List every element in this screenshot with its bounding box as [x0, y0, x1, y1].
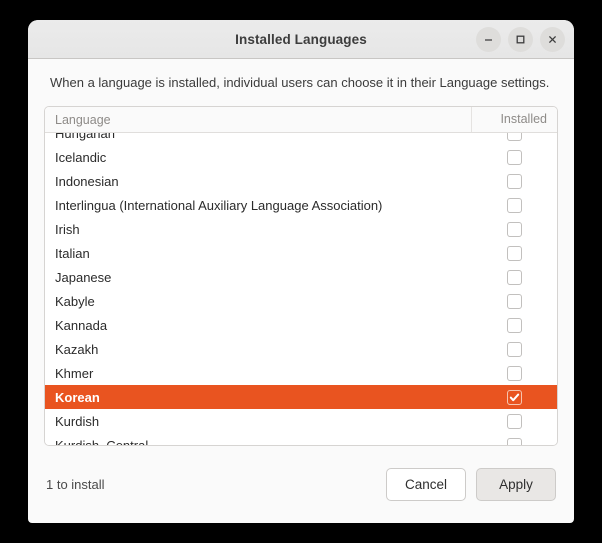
language-name: Interlingua (International Auxiliary Lan… [55, 197, 383, 213]
install-status-label: 1 to install [46, 477, 105, 492]
language-row[interactable]: Interlingua (International Auxiliary Lan… [45, 193, 557, 217]
language-list-header: Language Installed [45, 107, 557, 133]
installed-checkbox[interactable] [506, 413, 522, 429]
language-name: Indonesian [55, 173, 119, 189]
language-name: Kurdish [55, 413, 100, 429]
language-row[interactable]: Hungarian [45, 133, 557, 145]
column-header-installed: Installed [471, 107, 557, 132]
language-row[interactable]: Icelandic [45, 145, 557, 169]
language-row[interactable]: Italian [45, 241, 557, 265]
cancel-button[interactable]: Cancel [385, 468, 466, 501]
maximize-button[interactable] [508, 26, 533, 52]
minimize-button[interactable] [476, 26, 501, 52]
installed-checkbox[interactable] [506, 317, 522, 333]
installed-cell [471, 365, 557, 381]
language-name: Kurdish, Central [55, 437, 149, 446]
desktop-background: Installed Languages When a language is i… [0, 0, 602, 543]
language-row[interactable]: Kazakh [45, 337, 557, 361]
installed-checkbox[interactable] [506, 389, 522, 405]
installed-cell [471, 413, 557, 429]
window-title: Installed Languages [235, 31, 367, 47]
close-icon [547, 34, 558, 45]
installed-checkbox[interactable] [506, 197, 522, 213]
language-list-rows: Hungarian Icelandic Indonesian Interlingua … [45, 133, 557, 445]
language-row[interactable]: Irish [45, 217, 557, 241]
dialog-footer: 1 to install Cancel Apply [28, 446, 574, 523]
language-name: Kabyle [55, 293, 95, 309]
close-button[interactable] [540, 26, 565, 52]
installed-checkbox[interactable] [506, 437, 522, 445]
installed-cell [471, 437, 557, 445]
language-name: Korean [55, 389, 100, 405]
language-name: Hungarian [55, 133, 115, 141]
window-controls [476, 20, 565, 58]
language-row[interactable]: Kabyle [45, 289, 557, 313]
language-row[interactable]: Kannada [45, 313, 557, 337]
apply-button[interactable]: Apply [476, 468, 556, 501]
language-row[interactable]: Kurdish [45, 409, 557, 433]
installed-checkbox[interactable] [506, 365, 522, 381]
installed-cell [471, 389, 557, 405]
footer-buttons: Cancel Apply [385, 468, 556, 501]
installed-cell [471, 149, 557, 165]
minimize-icon [483, 34, 494, 45]
language-list: Language Installed Hungarian Icelandic Ind… [44, 106, 558, 446]
installed-cell [471, 173, 557, 189]
installed-cell [471, 293, 557, 309]
installed-languages-window: Installed Languages When a language is i… [28, 20, 574, 523]
window-titlebar: Installed Languages [28, 20, 574, 59]
installed-cell [471, 317, 557, 333]
language-name: Kazakh [55, 341, 99, 357]
maximize-icon [515, 34, 526, 45]
installed-checkbox[interactable] [506, 133, 522, 141]
installed-cell [471, 341, 557, 357]
language-row[interactable]: Kurdish, Central [45, 433, 557, 445]
installed-checkbox[interactable] [506, 341, 522, 357]
dialog-description: When a language is installed, individual… [50, 75, 550, 90]
column-header-language: Language [55, 112, 111, 127]
language-row[interactable]: Indonesian [45, 169, 557, 193]
language-name: Italian [55, 245, 90, 261]
checkmark-icon [509, 393, 519, 401]
installed-checkbox[interactable] [506, 269, 522, 285]
language-name: Irish [55, 221, 80, 237]
installed-cell [471, 133, 557, 141]
language-row[interactable]: Japanese [45, 265, 557, 289]
installed-cell [471, 269, 557, 285]
installed-cell [471, 197, 557, 213]
installed-cell [471, 221, 557, 237]
language-name: Khmer [55, 365, 94, 381]
installed-checkbox[interactable] [506, 245, 522, 261]
language-name: Japanese [55, 269, 112, 285]
language-row[interactable]: Khmer [45, 361, 557, 385]
language-list-body[interactable]: Hungarian Icelandic Indonesian Interlingua … [45, 133, 557, 445]
language-row[interactable]: Korean [45, 385, 557, 409]
language-name: Kannada [55, 317, 108, 333]
installed-checkbox[interactable] [506, 221, 522, 237]
installed-cell [471, 245, 557, 261]
language-name: Icelandic [55, 149, 107, 165]
installed-checkbox[interactable] [506, 173, 522, 189]
installed-checkbox[interactable] [506, 149, 522, 165]
installed-checkbox[interactable] [506, 293, 522, 309]
